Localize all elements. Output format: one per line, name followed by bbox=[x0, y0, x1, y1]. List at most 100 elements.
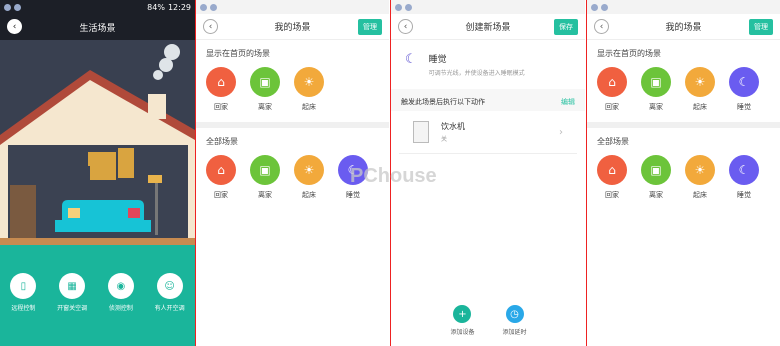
sunrise-icon: ☀ bbox=[294, 67, 324, 97]
back-icon[interactable]: ‹ bbox=[594, 19, 609, 34]
scene-wakeup[interactable]: ☀ 起床 bbox=[685, 67, 715, 112]
page-title: 创建新场景 bbox=[465, 23, 511, 33]
section-title: 全部场景 bbox=[206, 137, 238, 146]
notification-icon bbox=[4, 3, 11, 11]
shortcut-label: 侦测控制 bbox=[108, 305, 133, 312]
notification-icon bbox=[200, 3, 207, 11]
shortcut-label: 远程控制 bbox=[11, 305, 36, 312]
scene-label: 起床 bbox=[302, 191, 316, 199]
scene-wakeup[interactable]: ☀ 起床 bbox=[685, 155, 715, 200]
bottom-actions: + 添加设备 ◷ 添加延时 bbox=[391, 305, 585, 336]
home-icon: ⌂ bbox=[597, 155, 627, 185]
scene-shortcuts: ▯ 远程控制 ▦ 开窗关空调 ◉ 侦测控制 ☺ 有人开空调 bbox=[0, 245, 195, 346]
header: ‹ 我的场景 管理 bbox=[587, 14, 780, 40]
scene-sleep[interactable]: ☾ 睡觉 bbox=[729, 67, 759, 112]
add-device-label: 添加设备 bbox=[450, 329, 475, 336]
scene-sleep[interactable]: ☾ 睡觉 bbox=[729, 155, 759, 200]
notification-icon bbox=[395, 3, 402, 11]
shortcut-window-ac[interactable]: ▦ 开窗关空调 bbox=[57, 273, 87, 346]
briefcase-icon: ▣ bbox=[641, 155, 671, 185]
scene-label: 睡觉 bbox=[737, 191, 751, 199]
sunrise-icon: ☀ bbox=[294, 155, 324, 185]
moon-icon: ☾ bbox=[729, 155, 759, 185]
manage-button[interactable]: 管理 bbox=[358, 19, 382, 35]
battery-text: 84% bbox=[147, 2, 165, 12]
scene-away[interactable]: ▣ 离家 bbox=[641, 67, 671, 112]
header: ‹ 生活场景 bbox=[0, 14, 195, 40]
scene-home[interactable]: ⌂ 回家 bbox=[597, 67, 627, 112]
home-scenes: ⌂ 回家 ▣ 离家 ☀ 起床 bbox=[196, 59, 389, 112]
device-row[interactable]: 饮水机 关 › bbox=[399, 111, 577, 154]
notification-icon bbox=[405, 3, 412, 11]
scene-label: 离家 bbox=[258, 103, 272, 111]
scene-label: 回家 bbox=[605, 191, 619, 199]
page-title: 生活场景 bbox=[79, 23, 116, 34]
home-icon: ⌂ bbox=[597, 67, 627, 97]
scene-home[interactable]: ⌂ 回家 bbox=[206, 155, 236, 200]
shortcut-person-ac[interactable]: ☺ 有人开空调 bbox=[155, 273, 185, 346]
add-delay-label: 添加延时 bbox=[502, 329, 527, 336]
scene-label: 睡觉 bbox=[346, 191, 360, 199]
clock: 12:29 bbox=[167, 2, 191, 12]
scene-away[interactable]: ▣ 离家 bbox=[250, 67, 280, 112]
action-header: 触发此场景后执行以下动作 编辑 bbox=[391, 89, 585, 111]
scene-label: 起床 bbox=[693, 191, 707, 199]
add-delay-button[interactable]: ◷ 添加延时 bbox=[503, 305, 527, 336]
notification-icon bbox=[14, 3, 21, 11]
device-state: 关 bbox=[441, 136, 448, 143]
scene-home[interactable]: ⌂ 回家 bbox=[206, 67, 236, 112]
back-icon[interactable]: ‹ bbox=[7, 19, 22, 34]
scene-label: 离家 bbox=[258, 191, 272, 199]
sunrise-icon: ☀ bbox=[685, 155, 715, 185]
house-illustration bbox=[0, 40, 195, 245]
section-title: 显示在首页的场景 bbox=[597, 49, 661, 58]
manage-button[interactable]: 管理 bbox=[749, 19, 773, 35]
scene-label: 回家 bbox=[214, 103, 228, 111]
edit-link[interactable]: 编辑 bbox=[561, 97, 575, 107]
home-scenes: ⌂ 回家 ▣ 离家 ☀ 起床 ☾ 睡觉 bbox=[587, 59, 780, 112]
page-title: 我的场景 bbox=[274, 23, 311, 33]
page-title: 我的场景 bbox=[665, 23, 702, 33]
notification-icon bbox=[210, 3, 217, 11]
status-bar bbox=[391, 0, 585, 14]
scene-name: 睡觉 bbox=[428, 55, 447, 65]
scene-info[interactable]: ☾ 睡觉 可调节光线，并使设备进入睡眠模式 bbox=[391, 40, 585, 89]
shortcut-label: 有人开空调 bbox=[154, 305, 185, 312]
scene-wakeup[interactable]: ☀ 起床 bbox=[294, 155, 324, 200]
scene-label: 起床 bbox=[693, 103, 707, 111]
scene-label: 离家 bbox=[649, 191, 663, 199]
scene-label: 睡觉 bbox=[737, 103, 751, 111]
add-device-button[interactable]: + 添加设备 bbox=[450, 305, 475, 336]
all-scenes: ⌂ 回家 ▣ 离家 ☀ 起床 ☾ 睡觉 bbox=[587, 147, 780, 200]
watermark: PChouse bbox=[350, 165, 437, 187]
notification-icon bbox=[601, 3, 608, 11]
phone-icon: ▯ bbox=[10, 273, 37, 299]
water-dispenser-icon bbox=[413, 121, 429, 143]
scene-wakeup[interactable]: ☀ 起床 bbox=[294, 67, 324, 112]
status-bar: 84% 12:29 bbox=[0, 0, 195, 14]
panel-my-scenes-updated: ‹ 我的场景 管理 显示在首页的场景 ⌂ 回家 ▣ 离家 ☀ 起床 ☾ 睡觉 全部场景 … bbox=[586, 0, 780, 346]
scene-description: 可调节光线，并使设备进入睡眠模式 bbox=[428, 70, 525, 77]
device-name: 饮水机 bbox=[441, 122, 465, 131]
header: ‹ 我的场景 管理 bbox=[196, 14, 389, 40]
shortcut-remote-control[interactable]: ▯ 远程控制 bbox=[10, 273, 37, 346]
person-icon: ☺ bbox=[156, 273, 183, 299]
shortcut-label: 开窗关空调 bbox=[57, 305, 88, 312]
plus-icon: + bbox=[453, 305, 472, 323]
back-icon[interactable]: ‹ bbox=[398, 19, 413, 34]
save-button[interactable]: 保存 bbox=[554, 19, 578, 35]
scene-label: 离家 bbox=[649, 103, 663, 111]
scene-label: 回家 bbox=[605, 103, 619, 111]
back-icon[interactable]: ‹ bbox=[203, 19, 218, 34]
sunrise-icon: ☀ bbox=[685, 67, 715, 97]
scene-away[interactable]: ▣ 离家 bbox=[250, 155, 280, 200]
section-title: 全部场景 bbox=[597, 137, 629, 146]
moon-icon: ☾ bbox=[729, 67, 759, 97]
shortcut-detect-control[interactable]: ◉ 侦测控制 bbox=[107, 273, 134, 346]
scene-home[interactable]: ⌂ 回家 bbox=[597, 155, 627, 200]
home-icon: ⌂ bbox=[206, 67, 236, 97]
notification-icon bbox=[591, 3, 598, 11]
scene-away[interactable]: ▣ 离家 bbox=[641, 155, 671, 200]
action-header-label: 触发此场景后执行以下动作 bbox=[401, 98, 485, 106]
section-title: 显示在首页的场景 bbox=[206, 49, 270, 58]
